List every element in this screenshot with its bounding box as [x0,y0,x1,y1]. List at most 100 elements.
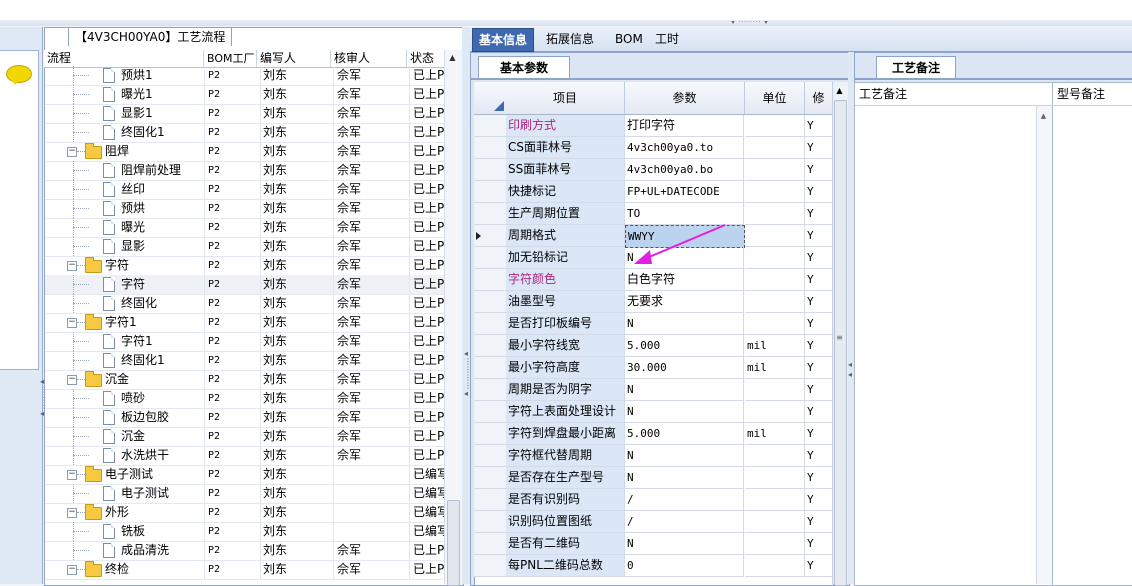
tree-cell-flow[interactable]: 板边包胶 [45,408,205,427]
row-indicator[interactable] [474,181,507,203]
tree-cell-flow[interactable]: − 字符1 [45,313,205,332]
param-flag[interactable]: Y [805,137,832,159]
tree-cell-flow[interactable]: 曝光1 [45,85,205,104]
tree-col-bom[interactable]: BOM工厂 [204,50,257,67]
tree-cell-flow[interactable]: 电子测试 [45,484,205,503]
param-flag[interactable]: Y [805,313,832,335]
tree-expander-icon[interactable]: − [67,261,77,271]
param-flag[interactable]: Y [805,489,832,511]
param-flag[interactable]: Y [805,467,832,489]
param-unit[interactable] [745,401,805,423]
param-row[interactable]: CS面菲林号 4v3ch00ya0.to Y [474,137,832,159]
tree-cell-flow[interactable]: 成品清洗 [45,541,205,560]
row-indicator[interactable] [474,115,507,137]
param-row[interactable]: SS面菲林号 4v3ch00ya0.bo Y [474,159,832,181]
tree-folder-row[interactable]: − 外形 P2 刘东 已编写 [45,503,459,523]
tree-folder-row[interactable]: − 电子测试 P2 刘东 已编写 [45,465,459,485]
param-row[interactable]: 字符上表面处理设计 N Y [474,401,832,423]
param-flag[interactable]: Y [805,203,832,225]
param-row[interactable]: 周期是否为阴字 N Y [474,379,832,401]
param-unit[interactable] [745,313,805,335]
tree-leaf-row[interactable]: 阻焊前处理 P2 刘东 佘军 已上P [45,161,459,181]
main-tab-3[interactable]: 工时 [649,28,685,50]
param-row[interactable]: 是否存在生产型号 N Y [474,467,832,489]
param-row[interactable]: 油墨型号 无要求 Y [474,291,832,313]
param-unit[interactable] [745,203,805,225]
row-indicator[interactable] [474,357,507,379]
param-value[interactable]: FP+UL+DATECODE [625,181,744,203]
tree-leaf-row[interactable]: 电子测试 P2 刘东 已编写 [45,484,459,504]
tree-folder-row[interactable]: − 字符 P2 刘东 佘军 已上P [45,256,459,276]
tree-expander-icon[interactable]: − [67,147,77,157]
param-flag[interactable]: Y [805,181,832,203]
param-unit[interactable] [745,379,805,401]
tree-expander-icon[interactable]: − [67,565,77,575]
param-row[interactable]: 识别码位置图纸 / Y [474,511,832,533]
grid-col-unit[interactable]: 单位 [745,82,805,114]
tree-cell-flow[interactable]: 终固化1 [45,123,205,142]
tree-folder-row[interactable]: − 字符1 P2 刘东 佘军 已上P [45,313,459,333]
param-row[interactable]: 字符框代替周期 N Y [474,445,832,467]
tree-cell-flow[interactable]: 曝光 [45,218,205,237]
param-row[interactable]: 是否有二维码 N Y [474,533,832,555]
tree-scroll-up-arrow[interactable]: ▲ [444,50,461,66]
param-value[interactable]: / [625,489,744,511]
param-unit[interactable]: mil [745,423,805,445]
param-flag[interactable]: Y [805,159,832,181]
tree-cell-flow[interactable]: 水洗烘干 [45,446,205,465]
tree-leaf-row[interactable]: 水洗烘干 P2 刘东 佘军 已上P [45,446,459,466]
param-value[interactable]: N [625,533,744,555]
tree-cell-flow[interactable]: 沉金 [45,427,205,446]
tree-cell-flow[interactable]: 阻焊前处理 [45,161,205,180]
param-row[interactable]: 快捷标记 FP+UL+DATECODE Y [474,181,832,203]
param-unit[interactable] [745,181,805,203]
tree-leaf-row[interactable]: 字符1 P2 刘东 佘军 已上P [45,332,459,352]
tree-cell-flow[interactable]: 显影1 [45,104,205,123]
param-unit[interactable]: mil [745,335,805,357]
param-unit[interactable] [745,555,805,577]
tree-leaf-row[interactable]: 终固化 P2 刘东 佘军 已上P [45,294,459,314]
param-flag[interactable]: Y [805,401,832,423]
tree-expander-icon[interactable]: − [67,375,77,385]
top-splitter[interactable] [0,20,1132,26]
main-tab-2[interactable]: BOM [609,28,649,50]
param-flag[interactable]: Y [805,445,832,467]
tree-col-flow[interactable]: 流程 [44,50,204,67]
tree-cell-flow[interactable]: − 电子测试 [45,465,205,484]
param-unit[interactable] [745,225,805,247]
row-indicator[interactable] [474,379,507,401]
tab-basic-params[interactable]: 基本参数 [478,56,570,79]
tree-cell-flow[interactable]: − 沉金 [45,370,205,389]
top-splitter-grip[interactable]: ▾ ········ ▾ [718,20,782,26]
grid-corner-marker[interactable] [494,101,504,111]
tree-leaf-row[interactable]: 终固化1 P2 刘东 佘军 已上P [45,123,459,143]
tree-leaf-row[interactable]: 喷砂 P2 刘东 佘军 已上P [45,389,459,409]
param-unit[interactable] [745,445,805,467]
param-unit[interactable] [745,291,805,313]
param-row[interactable]: 是否打印板编号 N Y [474,313,832,335]
row-indicator[interactable] [474,489,507,511]
process-notes-scrollbar[interactable] [1036,106,1052,584]
model-notes-box[interactable] [1052,82,1132,586]
param-flag[interactable]: Y [805,291,832,313]
middle-splitter-grip[interactable]: ◂ ⋮ ⋮ ⋮ ⋮ ◂ [464,350,472,420]
param-value[interactable]: N [625,401,744,423]
tree-col-writer[interactable]: 编写人 [257,50,331,67]
row-indicator[interactable] [474,291,507,313]
param-unit[interactable] [745,489,805,511]
param-flag[interactable]: Y [805,555,832,577]
tree-leaf-row[interactable]: 成品清洗 P2 刘东 佘军 已上P [45,541,459,561]
param-flag[interactable]: Y [805,335,832,357]
grid-col-modify[interactable]: 修 [805,82,832,114]
tree-folder-row[interactable]: − 阻焊 P2 刘东 佘军 已上P [45,142,459,162]
row-indicator[interactable] [474,269,507,291]
param-flag[interactable]: Y [805,423,832,445]
tree-col-reviewer[interactable]: 核审人 [331,50,407,67]
param-flag[interactable]: Y [805,115,832,137]
tree-leaf-row[interactable]: 丝印 P2 刘东 佘军 已上P [45,180,459,200]
row-indicator[interactable] [474,247,507,269]
param-unit[interactable] [745,269,805,291]
param-row[interactable]: 每PNL二维码总数 0 Y [474,555,832,577]
tree-cell-flow[interactable]: 显影 [45,237,205,256]
row-indicator[interactable] [474,225,507,247]
